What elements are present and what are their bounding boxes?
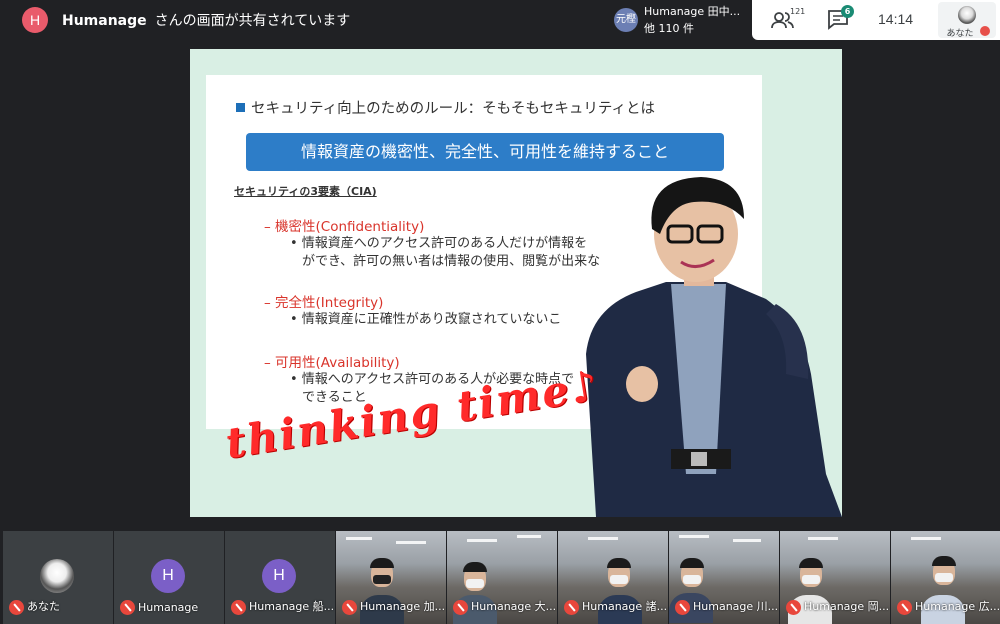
participant-hair [607,558,631,568]
participant-name: Humanage 船... [249,600,335,613]
chat-unread-badge: 6 [841,5,854,18]
participant-hair [370,558,394,568]
participant-name: Humanage 広... [915,600,1000,613]
mic-off-icon [675,600,690,615]
participant-hair [463,562,487,572]
face-mask [373,575,391,584]
participant-name: Humanage 川... [693,600,779,613]
self-view-thumbnail[interactable]: あなた [938,2,996,39]
ceiling-light [588,537,618,540]
item-confidentiality-desc2: ができ、許可の無い者は情報の使用、閲覧が出来な [302,254,601,269]
mic-off-icon [9,600,24,615]
participant-hair [799,558,823,568]
participant-tile[interactable]: H Humanage 船... [225,531,335,624]
share-message: さんの画面が共有されています [154,13,351,29]
top-controls: 121 6 14:14 あなた [752,0,1000,40]
mic-off-icon [453,600,468,615]
shared-screen: セキュリティ向上のためのルール：そもそもセキュリティとは 情報資産の機密性、完全… [190,49,842,517]
clock: 14:14 [878,11,914,27]
cia-heading: セキュリティの3要素（CIA) [234,185,377,198]
mic-off-icon [980,26,990,36]
face-mask [683,575,701,584]
participant-hair [932,556,956,566]
presenter-figure [586,177,842,517]
ceiling-light [808,537,838,540]
participant-hair [680,558,704,568]
item-integrity-title: – 完全性(Integrity) [264,295,384,311]
participants-count: 121 [790,7,806,16]
ceiling-light [346,537,372,540]
item-confidentiality-title: – 機密性(Confidentiality) [264,219,425,235]
participant-strip: あなた H Humanage H Humanage 船... Humanage … [0,531,1000,624]
participant-video-tile[interactable]: Humanage 諸... [558,531,668,624]
face-mask [610,575,628,584]
face-mask [802,575,820,584]
participant-name: Humanage 岡... [804,600,890,613]
participant-video-tile[interactable]: Humanage 大... [447,531,557,624]
participant-name: Humanage 諸... [582,600,668,613]
slide-banner: 情報資産の機密性、完全性、可用性を維持すること [246,133,724,171]
participant-avatar: H [262,559,296,593]
participant-video-tile[interactable]: Humanage 広... [891,531,1000,624]
mic-off-icon [120,600,135,615]
speaker-name: Humanage 田中... [644,5,741,18]
participant-name: Humanage 加... [360,600,446,613]
meeting-window: H Humanage さんの画面が共有されています 元樫 Humanage 田中.… [0,0,1000,624]
participant-video-tile[interactable]: Humanage 川... [669,531,779,624]
participant-avatar: H [151,559,185,593]
participant-name: あなた [27,600,60,613]
mic-off-icon [786,600,801,615]
face-mask [466,579,484,588]
speaker-others-count: 他 110 件 [644,22,694,35]
self-avatar [40,559,74,593]
speaker-avatar: 元樫 [614,8,638,32]
self-avatar [958,6,976,24]
presenter-name: Humanage [62,13,147,29]
ceiling-light [733,539,761,542]
active-speaker-indicator[interactable]: 元樫 Humanage 田中... 他 110 件 [606,0,750,40]
item-availability-title: – 可用性(Availability) [264,355,400,371]
ceiling-light [396,541,426,544]
participant-name: Humanage [138,601,199,614]
mic-off-icon [231,600,246,615]
mic-off-icon [564,600,579,615]
ceiling-light [911,537,941,540]
ceiling-light [467,539,497,542]
ceiling-light [679,535,709,538]
item-integrity-desc1: • 情報資産に正確性があり改竄されていないこ [290,312,562,327]
participant-video-tile[interactable]: Humanage 加... [336,531,446,624]
participant-tile-self[interactable]: あなた [3,531,113,624]
item-confidentiality-desc1: • 情報資産へのアクセス許可のある人だけが情報を [290,236,588,251]
self-label: あなた [946,29,974,39]
slide-title: セキュリティ向上のためのルール：そもそもセキュリティとは [236,97,655,118]
mic-off-icon [897,600,912,615]
ceiling-light [517,535,541,538]
participant-video-tile[interactable]: Humanage 岡... [780,531,890,624]
bullet-square-icon [236,103,245,112]
face-mask [935,573,953,582]
participant-tile[interactable]: H Humanage [114,531,224,624]
mic-off-icon [342,600,357,615]
participant-name: Humanage 大... [471,600,557,613]
presenter-avatar: H [22,7,48,33]
slide-title-text: セキュリティ向上のためのルール：そもそもセキュリティとは [251,101,655,117]
screen-share-notice: Humanage さんの画面が共有されています [62,10,350,30]
